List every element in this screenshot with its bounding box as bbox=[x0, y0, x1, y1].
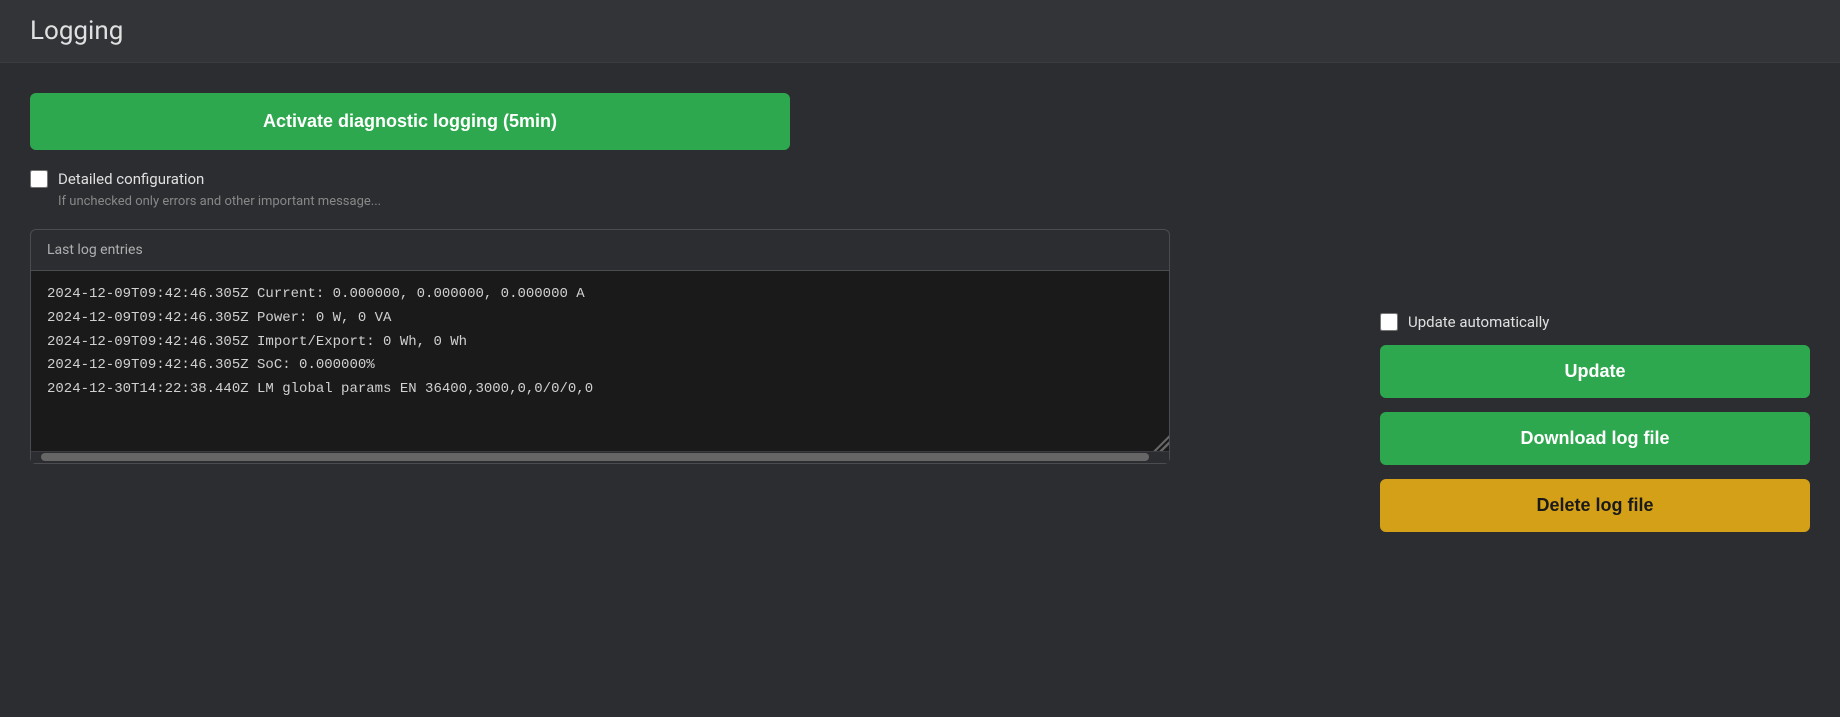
update-automatically-checkbox[interactable] bbox=[1380, 313, 1398, 331]
log-entries-container: Last log entries 2024-12-09T09:42:46.305… bbox=[30, 229, 1170, 464]
left-panel: Activate diagnostic logging (5min) Detai… bbox=[30, 93, 1350, 464]
detailed-config-section: Detailed configuration If unchecked only… bbox=[30, 170, 1350, 209]
detailed-config-checkbox[interactable] bbox=[30, 170, 48, 188]
log-horizontal-scrollbar[interactable] bbox=[31, 451, 1169, 463]
detailed-config-hint: If unchecked only errors and other impor… bbox=[58, 194, 1350, 209]
update-auto-row: Update automatically bbox=[1380, 313, 1810, 331]
log-entries-header: Last log entries bbox=[31, 230, 1169, 271]
log-line: 2024-12-09T09:42:46.305Z SoC: 0.000000% bbox=[47, 354, 1153, 378]
page-title: Logging bbox=[30, 16, 1810, 46]
log-line: 2024-12-09T09:42:46.305Z Power: 0 W, 0 V… bbox=[47, 307, 1153, 331]
log-line: 2024-12-30T14:22:38.440Z LM global param… bbox=[47, 378, 1153, 402]
download-log-file-button[interactable]: Download log file bbox=[1380, 412, 1810, 465]
page-content: Activate diagnostic logging (5min) Detai… bbox=[0, 63, 1840, 562]
delete-log-file-button[interactable]: Delete log file bbox=[1380, 479, 1810, 532]
right-panel: Update automatically Update Download log… bbox=[1380, 93, 1810, 532]
update-button[interactable]: Update bbox=[1380, 345, 1810, 398]
log-line: 2024-12-09T09:42:46.305Z Import/Export: … bbox=[47, 331, 1153, 355]
detailed-config-label: Detailed configuration bbox=[58, 170, 204, 188]
activate-logging-button[interactable]: Activate diagnostic logging (5min) bbox=[30, 93, 790, 150]
log-entries-body[interactable]: 2024-12-09T09:42:46.305Z Current: 0.0000… bbox=[31, 271, 1169, 451]
log-line: 2024-12-09T09:42:46.305Z Current: 0.0000… bbox=[47, 283, 1153, 307]
resize-handle[interactable] bbox=[1153, 435, 1169, 451]
detailed-config-row: Detailed configuration bbox=[30, 170, 1350, 188]
scrollbar-thumb bbox=[41, 453, 1149, 461]
update-automatically-label: Update automatically bbox=[1408, 313, 1549, 331]
page-header: Logging bbox=[0, 0, 1840, 63]
